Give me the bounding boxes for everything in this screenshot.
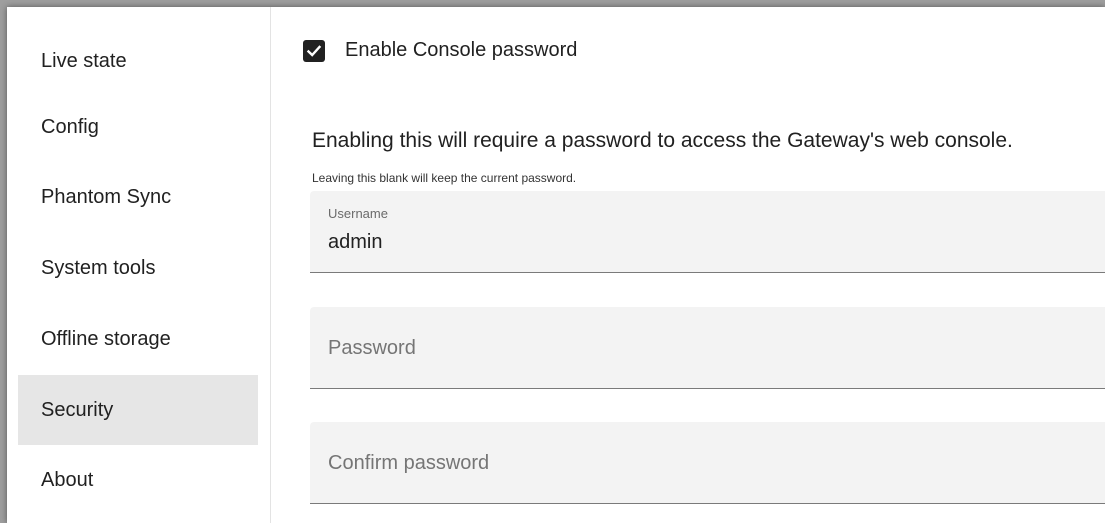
sidebar-item-label: Security (41, 398, 114, 421)
sidebar: Live state Config Phantom Sync System to… (7, 7, 271, 523)
security-description: Enabling this will require a password to… (312, 129, 1013, 152)
password-field[interactable]: Password (310, 307, 1105, 389)
password-hint: Leaving this blank will keep the current… (312, 171, 577, 185)
confirm-password-field[interactable]: Confirm password (310, 422, 1105, 504)
username-value: admin (328, 231, 383, 253)
security-panel: Enable Console password Enabling this wi… (271, 7, 1105, 523)
sidebar-item-about[interactable]: About (18, 445, 258, 515)
password-placeholder: Password (328, 337, 416, 359)
sidebar-item-label: System tools (41, 256, 156, 279)
sidebar-item-label: Phantom Sync (41, 185, 172, 208)
checkbox-checked[interactable] (303, 39, 325, 62)
sidebar-item-system-tools[interactable]: System tools (18, 233, 258, 303)
confirm-password-placeholder: Confirm password (328, 452, 490, 474)
checkmark-icon (306, 44, 322, 57)
sidebar-item-offline-storage[interactable]: Offline storage (18, 304, 258, 374)
sidebar-item-label: Live state (41, 49, 127, 72)
username-field[interactable]: Username admin (310, 191, 1105, 273)
settings-window: Live state Config Phantom Sync System to… (7, 7, 1105, 523)
checkbox-label: Enable Console password (345, 39, 578, 61)
sidebar-item-label: Config (41, 115, 99, 138)
sidebar-item-live-state[interactable]: Live state (18, 26, 258, 96)
sidebar-item-label: About (41, 468, 94, 491)
sidebar-item-config[interactable]: Config (18, 92, 258, 162)
sidebar-item-security[interactable]: Security (18, 375, 258, 445)
sidebar-item-label: Offline storage (41, 327, 171, 350)
username-label: Username (328, 206, 388, 221)
sidebar-item-phantom-sync[interactable]: Phantom Sync (18, 162, 258, 232)
enable-console-password-checkbox[interactable]: Enable Console password (303, 39, 577, 62)
